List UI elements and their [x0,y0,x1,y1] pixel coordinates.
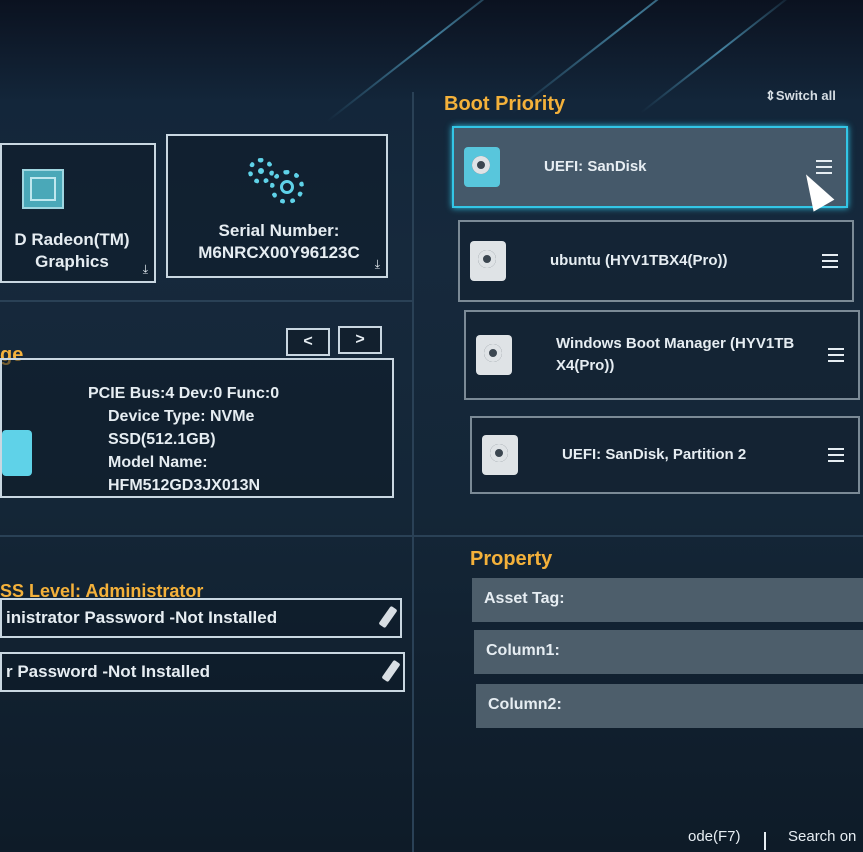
next-button[interactable]: > [338,326,382,354]
expand-icon[interactable]: ⤓ [143,262,148,277]
serial-number-card[interactable]: Serial Number: M6NRCX00Y96123C ⤓ [166,134,388,278]
column2-field[interactable]: Column2: [476,684,863,728]
search-online-link[interactable]: Search on [788,828,856,845]
boot-item[interactable]: ubuntu (HYV1TBX4(Pro)) [458,220,854,302]
drive-icon [2,430,32,476]
storage-card[interactable]: PCIE Bus:4 Dev:0 Func:0 Device Type: NVM… [0,358,394,498]
drag-handle-icon[interactable] [828,448,844,462]
chip-icon [22,169,64,209]
boot-item[interactable]: UEFI: SanDisk, Partition 2 [470,416,860,494]
drive-icon [482,435,518,475]
footer-separator [764,832,766,850]
graphics-card[interactable]: D Radeon(TM) Graphics ⤓ [0,143,156,283]
pencil-icon[interactable] [378,605,398,629]
boot-item[interactable]: UEFI: SanDisk [452,126,848,208]
section-divider [0,535,863,537]
expand-icon[interactable]: ⤓ [375,257,380,272]
serial-number-label: Serial Number: M6NRCX00Y96123C [198,221,360,262]
asset-tag-field[interactable]: Asset Tag: [472,578,863,622]
storage-bus: PCIE Bus:4 Dev:0 Func:0 [88,385,280,402]
storage-size: SSD(512.1GB) [108,431,216,448]
gear-icon [270,170,304,204]
swap-icon: ⇕ [765,88,776,103]
user-password-field[interactable]: r Password -Not Installed [0,652,405,692]
boot-priority-title: Boot Priority [444,93,566,115]
drive-icon [470,241,506,281]
admin-password-field[interactable]: inistrator Password -Not Installed [0,598,402,638]
switch-all-button[interactable]: ⇕Switch all [765,88,836,104]
drive-icon [476,335,512,375]
drag-handle-icon[interactable] [828,348,844,362]
prev-button[interactable]: < [286,328,330,356]
drag-handle-icon[interactable] [822,254,838,268]
property-title: Property [470,548,553,570]
column1-field[interactable]: Column1: [474,630,863,674]
storage-type: Device Type: NVMe [108,408,255,425]
drive-icon [464,147,500,187]
storage-info: PCIE Bus:4 Dev:0 Func:0 Device Type: NVM… [88,382,279,497]
footer-hint[interactable]: ode(F7) [688,828,741,845]
graphics-label: D Radeon(TM) Graphics [14,230,130,271]
boot-item[interactable]: Windows Boot Manager (HYV1TB X4(Pro)) [464,310,860,400]
storage-model-value: HFM512GD3JX013N [108,477,261,494]
pencil-icon[interactable] [381,659,401,683]
storage-model-label: Model Name: [108,454,208,471]
section-divider [0,300,412,302]
column-divider [412,92,414,852]
